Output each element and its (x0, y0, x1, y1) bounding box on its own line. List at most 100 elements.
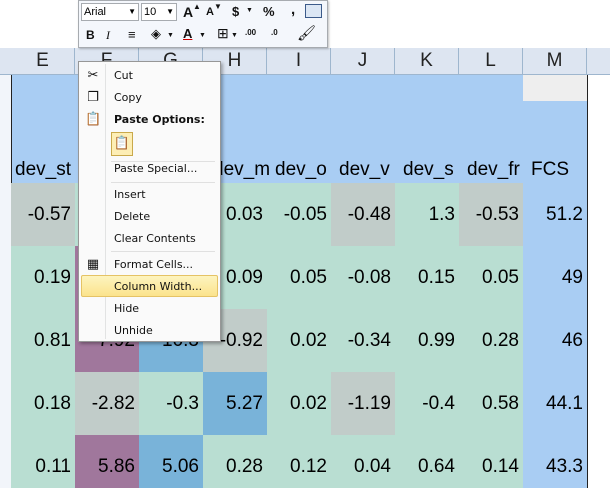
context-menu: ✂ Cut ❐ Copy 📋 Paste Options: 📋 Paste Sp… (78, 61, 221, 342)
format-painter-icon[interactable]: 🖌 (297, 24, 316, 42)
table-cell[interactable]: 0.04 (331, 435, 395, 488)
table-cell[interactable]: 5.06 (139, 435, 203, 488)
menu-item-copy[interactable]: ❐ Copy (81, 87, 218, 109)
table-cell[interactable]: -0.34 (331, 309, 395, 372)
font-size-dropdown[interactable]: 10 ▼ (141, 3, 177, 21)
increase-decimal-button[interactable]: .0 (271, 28, 278, 37)
table-cell[interactable]: 0.99 (395, 309, 459, 372)
table-cell[interactable]: 0.05 (267, 246, 331, 309)
menu-item-label: Clear Contents (114, 232, 196, 245)
menu-item-label: Unhide (114, 324, 153, 337)
table-cell[interactable]: 51.2 (523, 183, 587, 246)
table-cell[interactable]: -1.19 (331, 372, 395, 435)
table-cell[interactable]: 0.64 (395, 435, 459, 488)
header-cell-e[interactable]: dev_st (11, 159, 75, 181)
menu-item-unhide[interactable]: Unhide (81, 320, 218, 342)
blank-cell[interactable] (523, 75, 587, 101)
menu-item-label: Column Width... (114, 280, 203, 293)
italic-button[interactable]: I (106, 28, 110, 43)
font-color-button[interactable]: A (183, 26, 192, 41)
menu-item-label: Hide (114, 302, 140, 315)
column-header-i[interactable]: I (267, 48, 331, 74)
table-cell[interactable]: 0.19 (11, 246, 75, 309)
decrease-decimal-button[interactable]: .00 (245, 28, 256, 37)
merge-center-icon[interactable] (305, 4, 322, 18)
currency-button[interactable]: $ (232, 4, 239, 19)
column-header-e[interactable]: E (11, 48, 75, 74)
table-cell[interactable]: 43.3 (523, 435, 587, 488)
grow-font-button[interactable]: A (183, 4, 193, 20)
table-cell[interactable]: -0.4 (395, 372, 459, 435)
table-cell[interactable]: 0.28 (459, 309, 523, 372)
header-cell-i[interactable]: dev_o (271, 159, 331, 181)
percent-button[interactable]: % (263, 4, 275, 19)
bold-button[interactable]: B (86, 28, 95, 42)
align-center-icon[interactable]: ≡ (128, 27, 136, 42)
menu-item-cut[interactable]: ✂ Cut (81, 65, 218, 87)
table-cell[interactable]: 1.3 (395, 183, 459, 246)
paste-button[interactable]: 📋 (111, 132, 133, 156)
table-cell[interactable]: 49 (523, 246, 587, 309)
menu-item-insert[interactable]: Insert (81, 184, 218, 206)
shrink-font-button[interactable]: A (206, 6, 214, 18)
scissors-icon: ✂ (87, 68, 99, 83)
table-cell[interactable]: -2.82 (75, 372, 139, 435)
table-cell[interactable]: -0.48 (331, 183, 395, 246)
table-cell[interactable]: 0.28 (203, 435, 267, 488)
menu-item-paste-special[interactable]: Paste Special... (81, 158, 218, 180)
table-cell[interactable]: 0.02 (267, 309, 331, 372)
table-cell[interactable]: 44.1 (523, 372, 587, 435)
table-cell[interactable]: 46 (523, 309, 587, 372)
header-cell-j[interactable]: dev_v (335, 159, 395, 181)
table-cell[interactable]: 0.15 (395, 246, 459, 309)
table-cell[interactable]: 0.11 (11, 435, 75, 488)
menu-item-column-width[interactable]: Column Width... (81, 275, 218, 297)
menu-item-label: Insert (114, 188, 146, 201)
chevron-down-icon: ▼ (199, 32, 206, 39)
column-header-m[interactable]: M (523, 48, 587, 74)
column-header-k[interactable]: K (395, 48, 459, 74)
menu-item-label: Format Cells... (114, 258, 194, 271)
chevron-down-icon: ▼ (128, 7, 136, 16)
table-cell[interactable]: -0.3 (139, 372, 203, 435)
table-cell[interactable]: 0.58 (459, 372, 523, 435)
copy-icon: ❐ (87, 90, 99, 105)
format-cells-icon: ▦ (86, 257, 100, 272)
header-cell-l[interactable]: dev_fr (463, 159, 523, 181)
menu-item-hide[interactable]: Hide (81, 298, 218, 320)
menu-item-delete[interactable]: Delete (81, 206, 218, 228)
mini-toolbar: Arial ▼ 10 ▼ A ▲ A ▼ $ ▼ % , B I ≡ ◈ ▼ A… (78, 0, 328, 48)
paste-options-header: 📋 Paste Options: (81, 109, 218, 131)
menu-item-format-cells[interactable]: ▦ Format Cells... (81, 254, 218, 276)
table-cell[interactable]: -0.57 (11, 183, 75, 246)
font-name-dropdown[interactable]: Arial ▼ (81, 3, 139, 21)
column-header-l[interactable]: L (459, 48, 523, 74)
menu-separator (111, 251, 215, 252)
column-header-j[interactable]: J (331, 48, 395, 74)
header-cell-m[interactable]: FCS (527, 159, 587, 181)
fill-color-icon[interactable]: ◈ (151, 26, 161, 42)
table-cell[interactable]: 0.18 (11, 372, 75, 435)
header-cell-k[interactable]: dev_s (399, 159, 459, 181)
comma-button[interactable]: , (291, 1, 295, 18)
grow-font-icon: ▲ (193, 2, 201, 11)
right-gray-strip (587, 75, 610, 488)
table-cell[interactable]: 5.27 (203, 372, 267, 435)
table-cell[interactable]: -0.05 (267, 183, 331, 246)
borders-icon[interactable]: ⊞ (217, 25, 229, 42)
font-size-value: 10 (144, 6, 157, 18)
table-cell[interactable]: -0.53 (459, 183, 523, 246)
chevron-down-icon: ▼ (246, 7, 253, 14)
table-cell[interactable]: 0.81 (11, 309, 75, 372)
menu-item-clear-contents[interactable]: Clear Contents (81, 228, 218, 250)
table-cell[interactable]: 0.05 (459, 246, 523, 309)
menu-item-label: Cut (114, 69, 133, 82)
paste-options-label: Paste Options: (114, 113, 205, 126)
table-cell[interactable]: -0.08 (331, 246, 395, 309)
chevron-down-icon: ▼ (231, 32, 238, 39)
table-cell[interactable]: 0.12 (267, 435, 331, 488)
table-cell[interactable]: 5.86 (75, 435, 139, 488)
shrink-font-icon: ▼ (214, 2, 222, 11)
table-cell[interactable]: 0.14 (459, 435, 523, 488)
table-cell[interactable]: 0.02 (267, 372, 331, 435)
